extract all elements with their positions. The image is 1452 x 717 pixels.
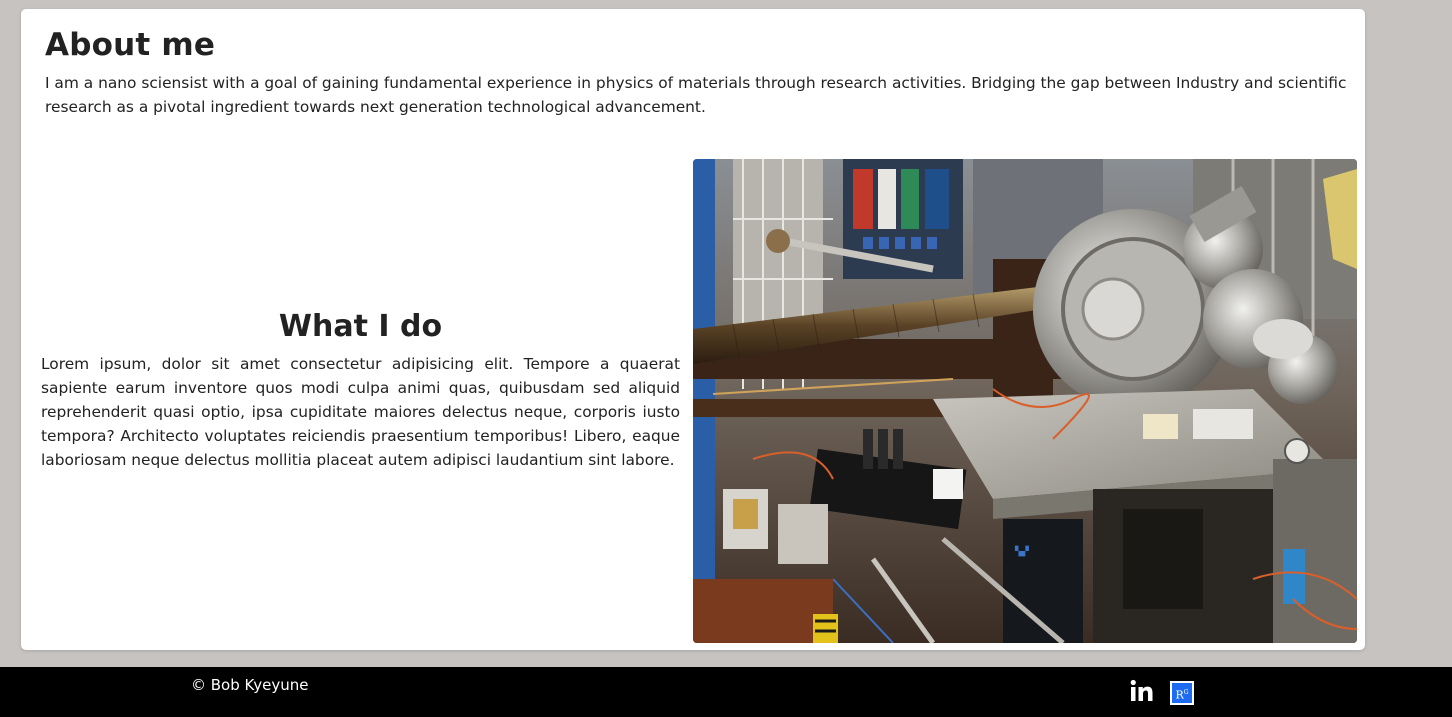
about-text: I am a nano sciensist with a goal of gai… xyxy=(45,74,1347,116)
researchgate-icon[interactable]: RG xyxy=(1170,681,1194,705)
researchgate-label: R xyxy=(1175,688,1184,702)
copyright-text: © Bob Kyeyune xyxy=(191,676,309,694)
what-i-do-title: What I do xyxy=(278,309,443,344)
what-i-do-text: Lorem ipsum, dolor sit amet consectetur … xyxy=(41,355,680,469)
footer: © Bob Kyeyune RG xyxy=(0,667,1452,717)
about-card: About me I am a nano sciensist with a go… xyxy=(21,9,1365,650)
lab-equipment-photo: ▚▞ xyxy=(693,159,1357,643)
linkedin-icon[interactable] xyxy=(1130,679,1154,703)
what-i-do-section: What I do Lorem ipsum, dolor sit amet co… xyxy=(41,309,680,472)
equipment-label-graphic: ▚▞ xyxy=(1014,545,1030,557)
about-title: About me xyxy=(45,27,216,63)
researchgate-sup: G xyxy=(1183,689,1189,696)
